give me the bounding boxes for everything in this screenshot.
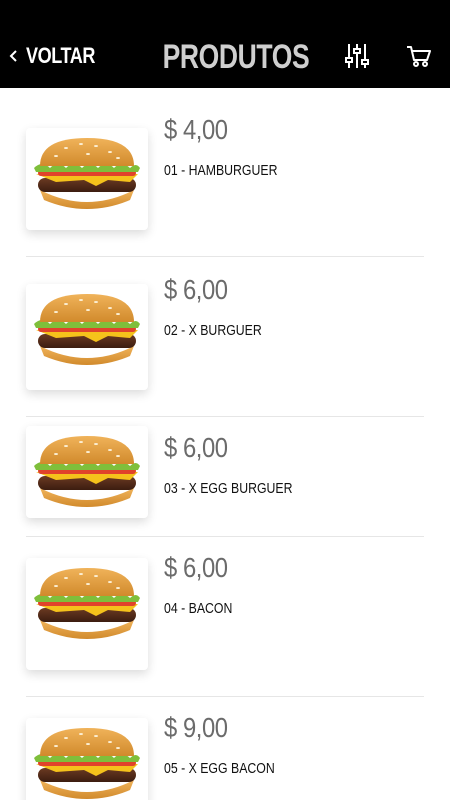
page-title: PRODUTOS	[162, 38, 310, 76]
product-name[interactable]: 04 - BACON	[164, 600, 232, 617]
x-burger-image[interactable]	[26, 284, 148, 390]
product-price: $ 9,00	[164, 712, 228, 743]
product-price: $ 4,00	[164, 114, 228, 145]
product-price: $ 6,00	[164, 274, 228, 305]
product-item[interactable]: $ 4,00 01 - HAMBURGUER	[26, 88, 424, 256]
product-item[interactable]: $ 9,00 05 - X EGG BACON	[26, 696, 424, 800]
sliders-icon[interactable]	[344, 42, 370, 70]
product-name[interactable]: 01 - HAMBURGUER	[164, 162, 277, 179]
back-button[interactable]: VOLTAR	[8, 40, 110, 72]
hamburger-image[interactable]	[26, 128, 148, 230]
product-name[interactable]: 05 - X EGG BACON	[164, 760, 275, 777]
product-name[interactable]: 03 - X EGG BURGUER	[164, 480, 292, 497]
bacon-burger-image[interactable]	[26, 558, 148, 670]
product-item[interactable]: $ 6,00 02 - X BURGUER	[26, 256, 424, 416]
x-egg-bacon-image[interactable]	[26, 718, 148, 800]
product-item[interactable]: $ 6,00 03 - X EGG BURGUER	[26, 416, 424, 536]
chevron-left-icon	[9, 50, 17, 62]
x-egg-burger-image[interactable]	[26, 426, 148, 518]
product-price: $ 6,00	[164, 432, 228, 463]
back-label: VOLTAR	[26, 43, 96, 68]
product-item[interactable]: $ 6,00 04 - BACON	[26, 536, 424, 696]
app-header: VOLTAR PRODUTOS	[0, 0, 450, 88]
cart-icon[interactable]	[406, 44, 432, 68]
product-price: $ 6,00	[164, 552, 228, 583]
product-name[interactable]: 02 - X BURGUER	[164, 322, 262, 339]
